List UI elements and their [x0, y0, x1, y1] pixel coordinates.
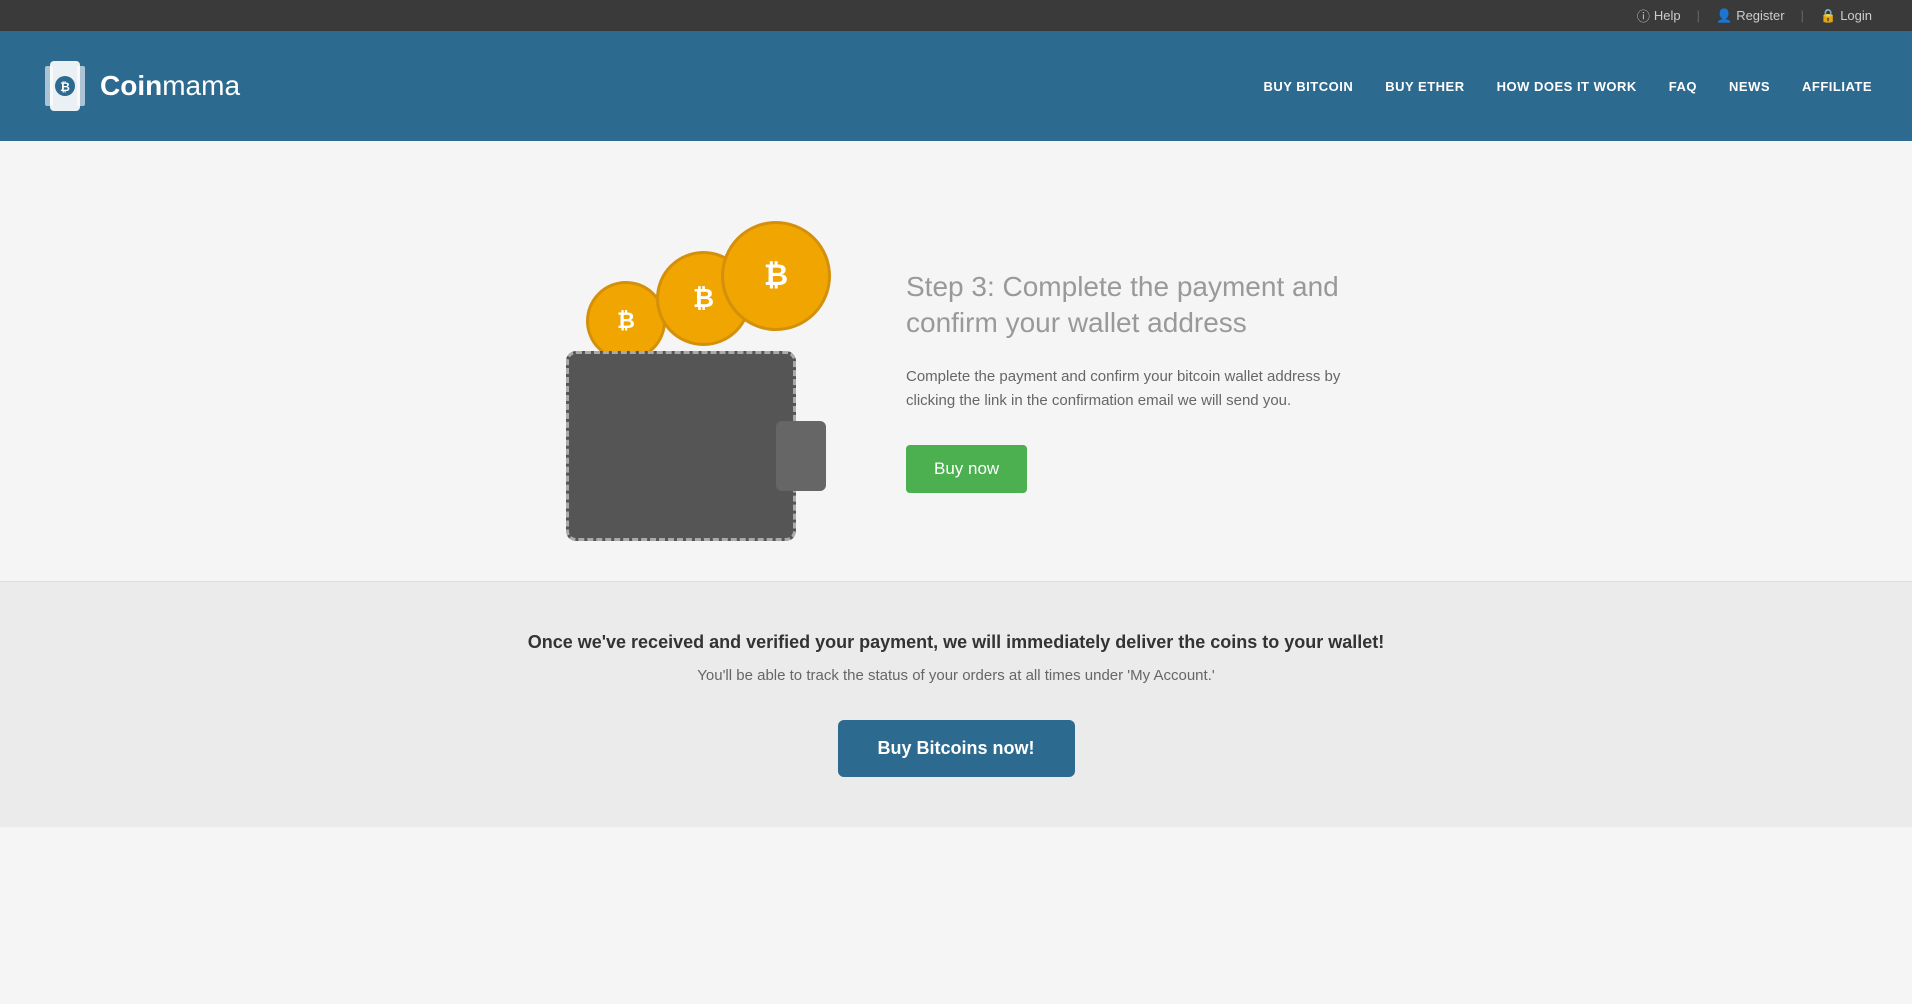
top-bar: ⓘ Help | 👤 Register | 🔒 Login [0, 0, 1912, 31]
register-icon: 👤 [1716, 8, 1732, 24]
nav-news[interactable]: NEWS [1729, 79, 1770, 94]
logo-icon: ₿ [40, 56, 90, 116]
register-link[interactable]: 👤 Register [1716, 8, 1785, 24]
step-description: Complete the payment and confirm your bi… [906, 365, 1366, 413]
site-header: ₿ Coinmama BUY BITCOIN BUY ETHER HOW DOE… [0, 31, 1912, 141]
logo-light: mama [162, 70, 240, 101]
logo-bold: Coin [100, 70, 162, 101]
buy-now-button[interactable]: Buy now [906, 445, 1027, 493]
main-nav: BUY BITCOIN BUY ETHER HOW DOES IT WORK F… [1263, 79, 1872, 94]
help-label: Help [1654, 8, 1681, 23]
step-heading: Step 3: Complete the payment and confirm… [906, 269, 1366, 342]
bottom-main-text: Once we've received and verified your pa… [40, 632, 1872, 653]
divider-2: | [1801, 8, 1804, 23]
wallet-clasp [776, 421, 826, 491]
step-section: ₿ ₿ ₿ Step 3: Complete the payment and c… [506, 181, 1406, 581]
wallet-body [566, 351, 796, 541]
bitcoin-coin-1: ₿ [586, 281, 666, 361]
svg-text:₿: ₿ [60, 80, 70, 94]
nav-how-it-works[interactable]: HOW DOES IT WORK [1497, 79, 1637, 94]
nav-buy-ether[interactable]: BUY ETHER [1385, 79, 1464, 94]
nav-faq[interactable]: FAQ [1669, 79, 1697, 94]
bottom-section: Once we've received and verified your pa… [0, 581, 1912, 827]
logo[interactable]: ₿ Coinmama [40, 56, 240, 116]
buy-bitcoins-now-button[interactable]: Buy Bitcoins now! [838, 720, 1075, 777]
bottom-sub-text: You'll be able to track the status of yo… [40, 667, 1872, 684]
help-icon: ⓘ [1637, 6, 1650, 25]
wallet-illustration: ₿ ₿ ₿ [546, 221, 826, 541]
divider-1: | [1697, 8, 1700, 23]
bitcoin-coin-3: ₿ [721, 221, 831, 331]
step-content: Step 3: Complete the payment and confirm… [906, 269, 1366, 494]
help-link[interactable]: ⓘ Help [1637, 6, 1681, 25]
nav-buy-bitcoin[interactable]: BUY BITCOIN [1263, 79, 1353, 94]
nav-affiliate[interactable]: AFFILIATE [1802, 79, 1872, 94]
register-label: Register [1736, 8, 1784, 23]
main-content: ₿ ₿ ₿ Step 3: Complete the payment and c… [0, 141, 1912, 867]
logo-text: Coinmama [100, 70, 240, 102]
login-link[interactable]: 🔒 Login [1820, 8, 1872, 24]
login-label: Login [1840, 8, 1872, 23]
login-icon: 🔒 [1820, 8, 1836, 24]
